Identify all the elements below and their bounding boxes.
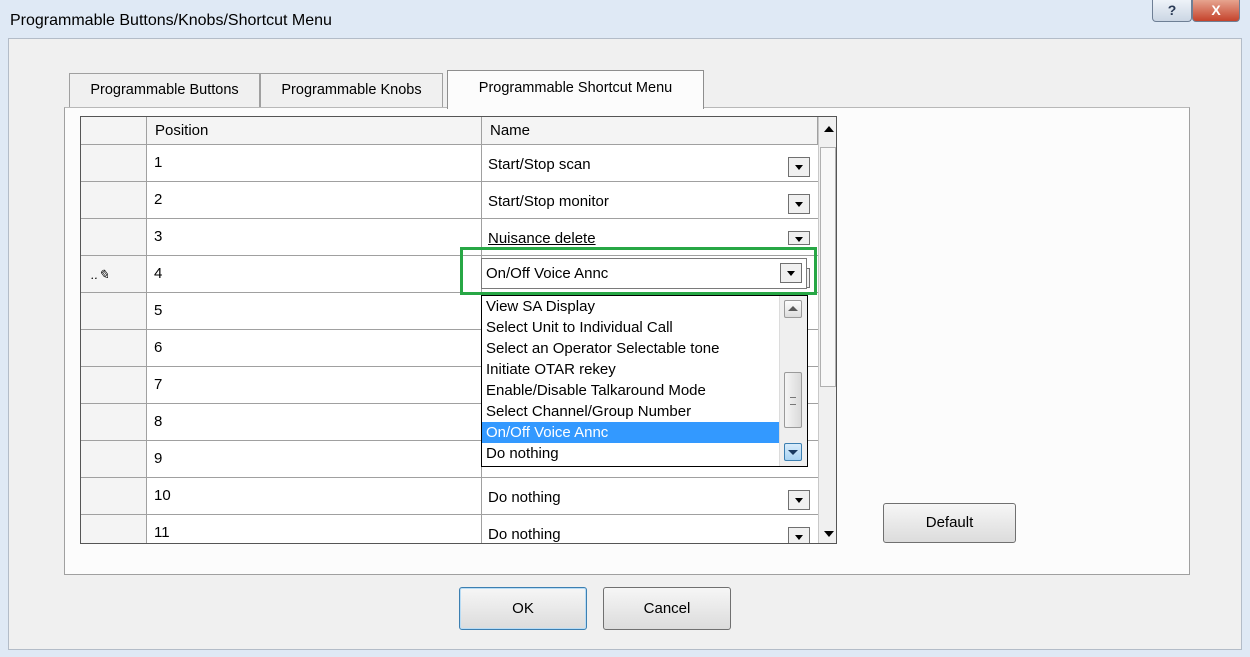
dropdown-scroll-thumb[interactable]: [784, 372, 802, 428]
position-column-header[interactable]: Position: [147, 117, 482, 145]
dropdown-option[interactable]: Select Channel/Group Number: [482, 401, 780, 422]
name-dropdown-list[interactable]: View SA Display Select Unit to Individual…: [481, 295, 808, 467]
position-cell: 6: [147, 330, 482, 367]
name-cell[interactable]: Start/Stop monitor: [482, 182, 818, 219]
position-cell: 4: [147, 256, 482, 293]
position-cell: 5: [147, 293, 482, 330]
highlight-box: [460, 247, 817, 295]
help-icon: ?: [1167, 2, 1177, 18]
window-title: Programmable Buttons/Knobs/Shortcut Menu: [10, 12, 332, 29]
position-cell: 2: [147, 182, 482, 219]
row-selector[interactable]: [81, 441, 147, 478]
dropdown-scroll-up-button[interactable]: [784, 300, 802, 318]
position-cell: 3: [147, 219, 482, 256]
tab-programmable-knobs[interactable]: Programmable Knobs: [260, 73, 443, 107]
row-selector[interactable]: [81, 330, 147, 367]
name-value: Do nothing: [488, 526, 561, 543]
row-selector[interactable]: [81, 478, 147, 515]
scroll-up-icon: [788, 306, 798, 311]
chevron-down-icon[interactable]: [788, 231, 810, 245]
position-cell: 11: [147, 515, 482, 543]
row-selector[interactable]: [81, 145, 147, 182]
default-button[interactable]: Default: [883, 503, 1016, 543]
name-column-header[interactable]: Name: [482, 117, 818, 145]
position-cell: 10: [147, 478, 482, 515]
row-selector[interactable]: [81, 293, 147, 330]
dropdown-option[interactable]: On/Off Voice Annc: [482, 422, 780, 443]
chevron-down-icon[interactable]: [788, 157, 810, 177]
dropdown-option[interactable]: Select an Operator Selectable tone: [482, 338, 780, 359]
scroll-down-icon[interactable]: [824, 531, 834, 537]
cancel-button[interactable]: Cancel: [603, 587, 731, 630]
help-button[interactable]: ?: [1152, 0, 1192, 22]
scroll-up-icon[interactable]: [824, 126, 834, 132]
chevron-down-icon[interactable]: [788, 194, 810, 214]
dropdown-option[interactable]: View SA Display: [482, 296, 780, 317]
dropdown-option[interactable]: Initiate OTAR rekey: [482, 359, 780, 380]
name-value: Do nothing: [488, 489, 561, 506]
ok-button[interactable]: OK: [459, 587, 587, 630]
position-cell: 9: [147, 441, 482, 478]
pencil-icon: ..✎: [91, 267, 110, 282]
name-value: Nuisance delete: [488, 230, 596, 247]
tab-programmable-shortcut-menu[interactable]: Programmable Shortcut Menu: [447, 70, 704, 109]
row-selector[interactable]: [81, 515, 147, 543]
row-selector-header: [81, 117, 147, 145]
position-cell: 1: [147, 145, 482, 182]
dropdown-scrollbar[interactable]: [779, 296, 807, 466]
dropdown-scroll-down-button[interactable]: [784, 443, 802, 461]
row-selector[interactable]: ..✎: [81, 256, 147, 293]
name-value: Start/Stop monitor: [488, 193, 609, 210]
position-cell: 8: [147, 404, 482, 441]
row-selector[interactable]: [81, 404, 147, 441]
close-button[interactable]: X: [1192, 0, 1240, 22]
chevron-down-icon[interactable]: [788, 490, 810, 510]
name-cell[interactable]: Do nothing: [482, 515, 818, 543]
close-icon: X: [1211, 2, 1221, 18]
chevron-down-icon[interactable]: [788, 527, 810, 543]
grid-scroll-thumb[interactable]: [820, 147, 836, 387]
name-value: Start/Stop scan: [488, 156, 591, 173]
row-selector[interactable]: [81, 367, 147, 404]
name-cell[interactable]: Do nothing: [482, 478, 818, 515]
tab-programmable-buttons[interactable]: Programmable Buttons: [69, 73, 260, 107]
row-selector[interactable]: [81, 182, 147, 219]
dropdown-option[interactable]: Enable/Disable Talkaround Mode: [482, 380, 780, 401]
scroll-down-icon: [788, 450, 798, 455]
name-cell[interactable]: Start/Stop scan: [482, 145, 818, 182]
dropdown-option[interactable]: Do nothing: [482, 443, 780, 464]
position-cell: 7: [147, 367, 482, 404]
row-selector[interactable]: [81, 219, 147, 256]
dropdown-option[interactable]: Select Unit to Individual Call: [482, 317, 780, 338]
